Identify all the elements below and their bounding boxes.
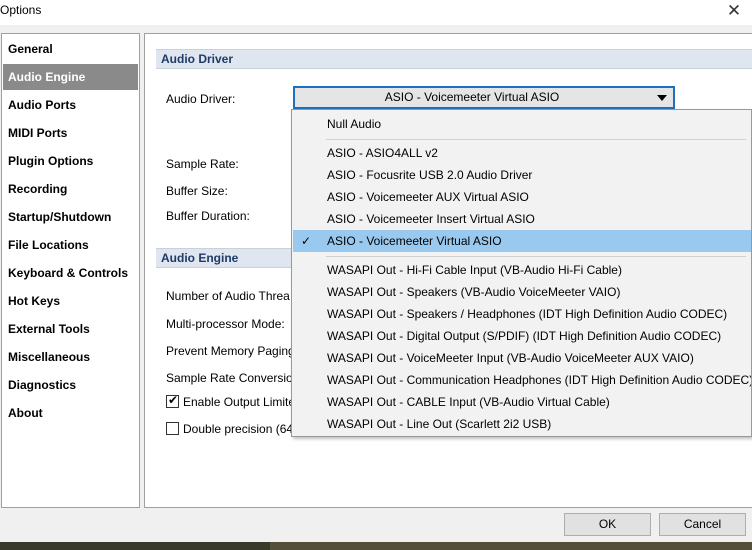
double-precision-checkbox[interactable] [166, 422, 179, 435]
dropdown-option-selected[interactable]: ✓ ASIO - Voicemeeter Virtual ASIO [293, 230, 751, 252]
dropdown-option[interactable]: WASAPI Out - CABLE Input (VB-Audio Virtu… [293, 391, 751, 413]
sidebar-item-hot-keys[interactable]: Hot Keys [3, 288, 138, 314]
window-title: Options [0, 3, 42, 17]
sidebar-item-about[interactable]: About [3, 400, 138, 426]
sidebar-item-recording[interactable]: Recording [3, 176, 138, 202]
sidebar-item-audio-engine[interactable]: Audio Engine [3, 64, 138, 90]
buffer-size-label: Buffer Size: [166, 184, 228, 198]
audio-driver-section-header: Audio Driver [156, 49, 752, 69]
options-sidebar: General Audio Engine Audio Ports MIDI Po… [1, 33, 140, 508]
sidebar-item-plugin-options[interactable]: Plugin Options [3, 148, 138, 174]
checkmark-icon: ✓ [301, 234, 312, 248]
prevent-memory-paging-label: Prevent Memory Paging [166, 344, 295, 358]
sidebar-item-startup-shutdown[interactable]: Startup/Shutdown [3, 204, 138, 230]
dropdown-separator [326, 139, 746, 140]
dropdown-option[interactable]: Null Audio [293, 113, 751, 135]
title-bar: Options ✕ [0, 0, 752, 25]
audio-driver-dropdown-list: Null Audio ASIO - ASIO4ALL v2 ASIO - Foc… [291, 109, 752, 437]
sidebar-item-general[interactable]: General [3, 36, 138, 62]
sidebar-item-diagnostics[interactable]: Diagnostics [3, 372, 138, 398]
double-precision-label: Double precision (64 [183, 422, 294, 436]
sample-rate-conversion-label: Sample Rate Conversion [166, 371, 300, 385]
dropdown-option[interactable]: WASAPI Out - Line Out (Scarlett 2i2 USB) [293, 413, 751, 435]
sample-rate-label: Sample Rate: [166, 157, 239, 171]
buffer-duration-label: Buffer Duration: [166, 209, 250, 223]
dropdown-option[interactable]: ASIO - Voicemeeter Insert Virtual ASIO [293, 208, 751, 230]
background-strip [0, 542, 752, 550]
audio-driver-label: Audio Driver: [166, 92, 236, 106]
multiprocessor-mode-label: Multi-processor Mode: [166, 317, 285, 331]
background-strip-segment [270, 542, 752, 550]
dropdown-option[interactable]: ASIO - Voicemeeter AUX Virtual ASIO [293, 186, 751, 208]
dropdown-option[interactable]: ASIO - Focusrite USB 2.0 Audio Driver [293, 164, 751, 186]
audio-driver-value: ASIO - Voicemeeter Virtual ASIO [384, 90, 560, 104]
close-icon[interactable]: ✕ [724, 0, 744, 22]
sidebar-item-miscellaneous[interactable]: Miscellaneous [3, 344, 138, 370]
dropdown-option[interactable]: ASIO - ASIO4ALL v2 [293, 142, 751, 164]
dropdown-option[interactable]: WASAPI Out - Communication Headphones (I… [293, 369, 751, 391]
ok-button[interactable]: OK [564, 513, 651, 536]
dropdown-option[interactable]: WASAPI Out - Digital Output (S/PDIF) (ID… [293, 325, 751, 347]
audio-driver-select[interactable]: ASIO - Voicemeeter Virtual ASIO [293, 86, 675, 109]
chevron-down-icon [657, 95, 667, 101]
sidebar-item-external-tools[interactable]: External Tools [3, 316, 138, 342]
enable-output-limiter-label: Enable Output Limite [183, 395, 296, 409]
dropdown-option-label: ASIO - Voicemeeter Virtual ASIO [327, 234, 502, 248]
sidebar-item-audio-ports[interactable]: Audio Ports [3, 92, 138, 118]
enable-output-limiter-checkbox[interactable]: ✔ [166, 393, 179, 408]
dropdown-option[interactable]: WASAPI Out - Speakers / Headphones (IDT … [293, 303, 751, 325]
dropdown-separator [326, 256, 746, 257]
dropdown-option[interactable]: WASAPI Out - Speakers (VB-Audio VoiceMee… [293, 281, 751, 303]
sidebar-item-midi-ports[interactable]: MIDI Ports [3, 120, 138, 146]
checkmark-icon: ✔ [168, 393, 179, 407]
dropdown-option[interactable]: WASAPI Out - Hi-Fi Cable Input (VB-Audio… [293, 259, 751, 281]
cancel-button[interactable]: Cancel [659, 513, 746, 536]
sidebar-item-keyboard-controls[interactable]: Keyboard & Controls [3, 260, 138, 286]
sidebar-item-file-locations[interactable]: File Locations [3, 232, 138, 258]
dropdown-option[interactable]: WASAPI Out - VoiceMeeter Input (VB-Audio… [293, 347, 751, 369]
audio-threads-label: Number of Audio Threa [166, 289, 290, 303]
